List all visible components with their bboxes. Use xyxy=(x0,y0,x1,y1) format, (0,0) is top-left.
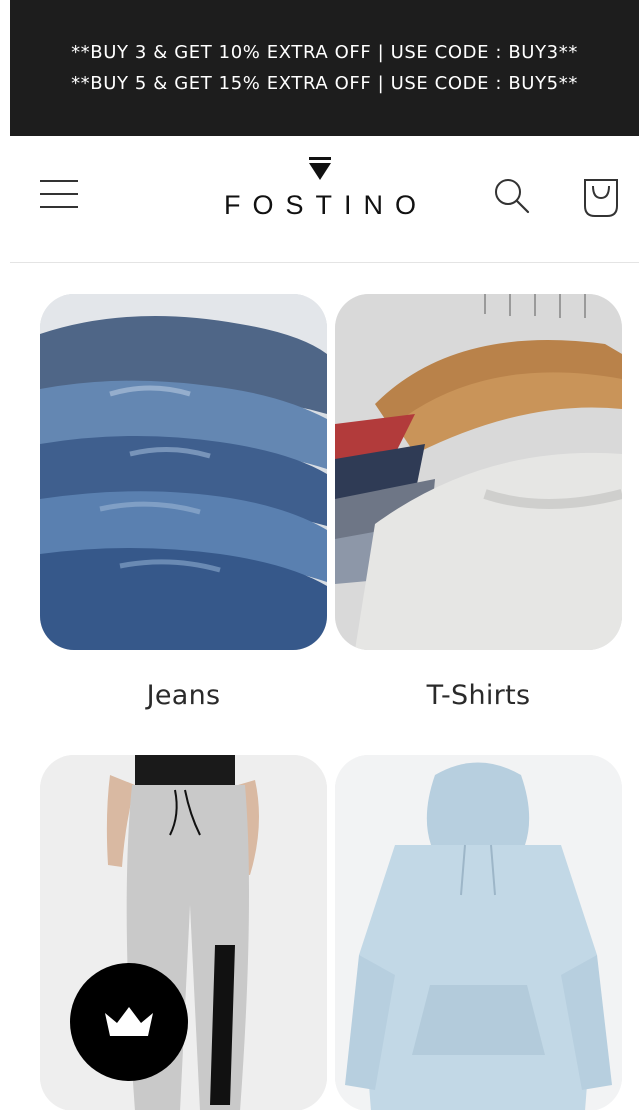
search-icon xyxy=(495,179,530,214)
crown-icon xyxy=(105,1007,153,1036)
collection-image-jeans xyxy=(40,294,327,650)
collection-label-jeans: Jeans xyxy=(146,680,221,711)
t-shirts-image xyxy=(335,294,622,650)
collection-card-jeans[interactable]: Jeans xyxy=(40,294,327,711)
announcement-bar[interactable]: **BUY 3 & GET 10% EXTRA OFF | USE CODE :… xyxy=(10,0,639,136)
collection-image-hoodies xyxy=(335,755,622,1110)
page: **BUY 3 & GET 10% EXTRA OFF | USE CODE :… xyxy=(0,0,639,1110)
jeans-image xyxy=(40,294,327,650)
search-button[interactable] xyxy=(490,174,534,218)
cart-button[interactable] xyxy=(578,172,624,220)
cart-bag-icon xyxy=(584,179,618,217)
collection-card-hoodies[interactable] xyxy=(335,755,622,1110)
collection-image-t-shirts xyxy=(335,294,622,650)
header-divider xyxy=(10,262,639,263)
collection-card-t-shirts[interactable]: T-Shirts xyxy=(335,294,622,711)
rewards-crown-button[interactable] xyxy=(70,963,188,1081)
announcement-text: **BUY 3 & GET 10% EXTRA OFF | USE CODE :… xyxy=(71,42,578,94)
collection-label-t-shirts: T-Shirts xyxy=(426,680,531,711)
hamburger-menu-icon[interactable] xyxy=(38,174,82,214)
hoodie-image xyxy=(335,755,622,1110)
logo-text: FOSTINO xyxy=(224,190,428,220)
logo[interactable]: FOSTINO xyxy=(200,156,440,236)
logo-mark-icon xyxy=(309,157,331,180)
site-header: FOSTINO xyxy=(0,136,639,263)
